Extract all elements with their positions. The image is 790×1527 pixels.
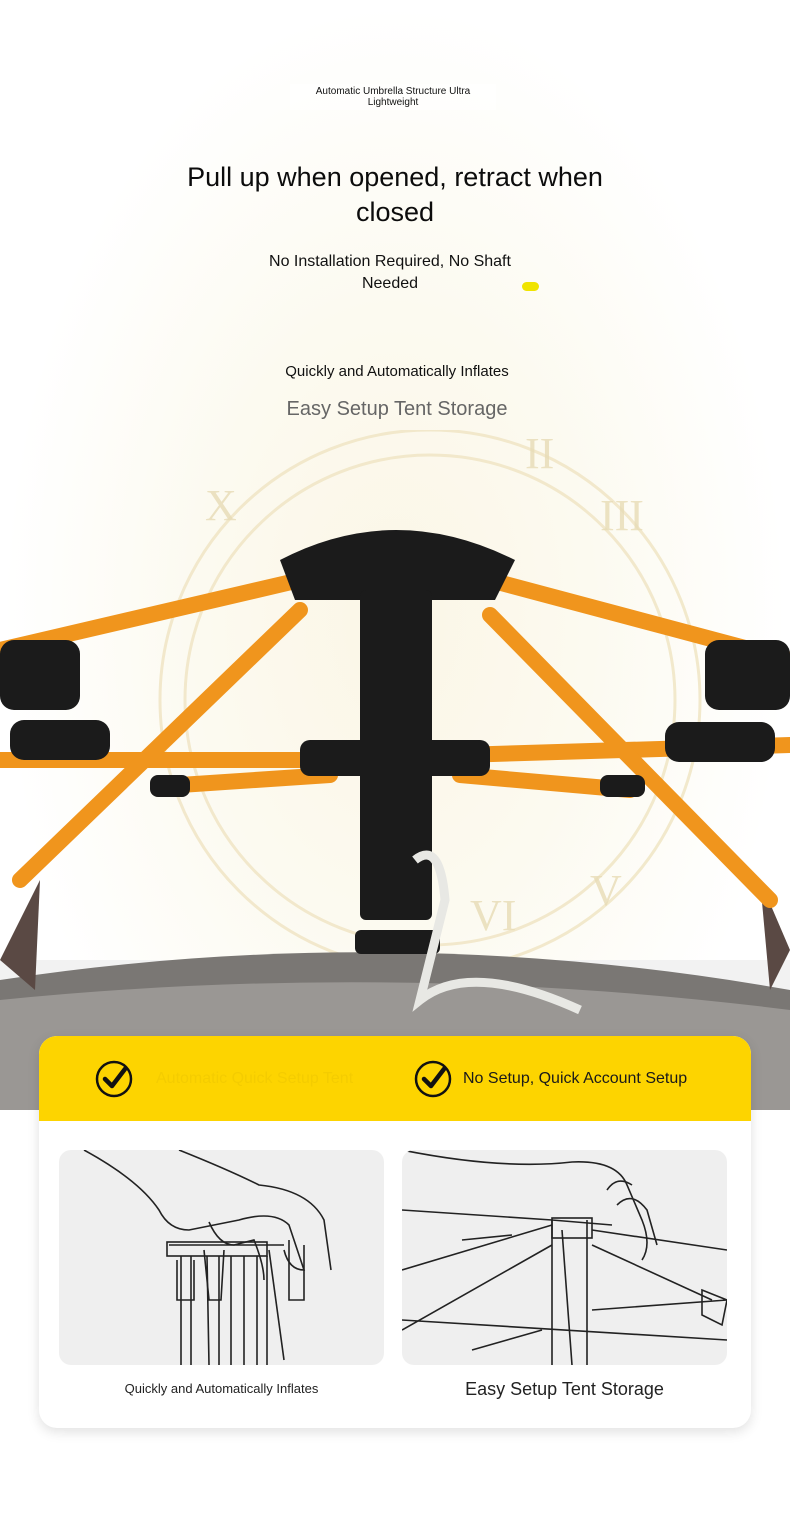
tagline: Automatic Umbrella Structure Ultra Light… bbox=[290, 84, 496, 110]
hand-pressing-hub-icon bbox=[402, 1150, 727, 1365]
feature-label-2: No Setup, Quick Account Setup bbox=[463, 1070, 688, 1087]
illustration-panel-1 bbox=[59, 1150, 384, 1365]
svg-text:II: II bbox=[525, 430, 554, 478]
illustration-caption-1: Quickly and Automatically Inflates bbox=[124, 1381, 319, 1396]
feature-card: Automatic Quick Setup Tent No Setup, Qui… bbox=[39, 1036, 751, 1428]
hand-pulling-frame-icon bbox=[83, 1150, 332, 1365]
check-circle-icon bbox=[95, 1060, 133, 1098]
hero-section: X II III VI V Automatic Umbrella Structu… bbox=[0, 0, 790, 1110]
subline: No Installation Required, No Shaft Neede… bbox=[269, 253, 511, 292]
tent-frame-photo: X II III VI V bbox=[0, 430, 790, 1110]
illustration-caption-2: Easy Setup Tent Storage bbox=[465, 1379, 664, 1399]
feature-label-1: Automatic Quick Setup Tent bbox=[156, 1070, 354, 1087]
mid-line-2: Easy Setup Tent Storage bbox=[286, 398, 508, 420]
mid-line-1: Quickly and Automatically Inflates bbox=[285, 363, 509, 380]
feature-band: Automatic Quick Setup Tent No Setup, Qui… bbox=[39, 1036, 751, 1121]
check-circle-icon bbox=[414, 1060, 452, 1098]
svg-text:III: III bbox=[600, 491, 644, 540]
svg-text:VI: VI bbox=[470, 891, 516, 940]
headline: Pull up when opened, retract when closed bbox=[187, 162, 603, 227]
accent-dot bbox=[522, 282, 539, 291]
svg-text:V: V bbox=[590, 866, 622, 915]
illustration-panel-2 bbox=[402, 1150, 727, 1365]
svg-text:X: X bbox=[205, 481, 237, 530]
